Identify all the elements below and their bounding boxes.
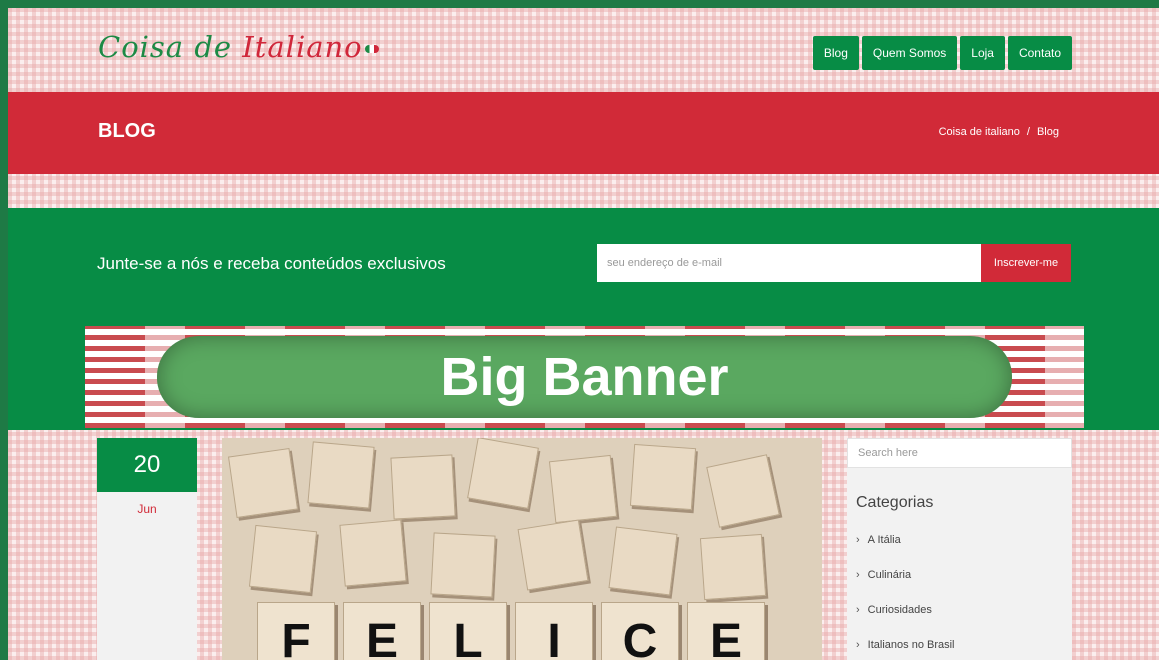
letter-tile: L — [429, 602, 507, 660]
category-label: Culinária — [867, 568, 912, 581]
subscribe-button[interactable]: Inscrever-me — [981, 244, 1071, 282]
nav-contato-button[interactable]: Contato — [1007, 36, 1072, 70]
felice-letter-tiles: F E L I C E — [257, 602, 765, 660]
letter-tile: I — [515, 602, 593, 660]
nav-loja-button[interactable]: Loja — [960, 36, 1005, 70]
main-nav: Blog Quem Somos Loja Contato — [812, 36, 1072, 70]
breadcrumb-current: Blog — [1036, 126, 1059, 138]
logo-text-part2: Italiano — [242, 30, 363, 64]
sidebar: Search here Categorias › A Itália › Culiná… — [847, 438, 1072, 660]
banner-pill: Big Banner — [157, 336, 1012, 418]
page-title-band: BLOG Coisa de italiano / Blog — [8, 92, 1159, 174]
wood-tile — [517, 519, 589, 591]
sidebar-search-input[interactable]: Search here — [847, 438, 1072, 468]
category-label: Curiosidades — [867, 603, 932, 616]
wood-tile — [339, 519, 407, 587]
breadcrumb-separator: / — [1026, 126, 1030, 138]
wood-tile — [467, 438, 539, 509]
breadcrumb-home-link[interactable]: Coisa de italiano — [939, 126, 1020, 138]
wood-tile — [430, 532, 496, 598]
email-input[interactable] — [597, 244, 982, 282]
letter-tile: C — [601, 602, 679, 660]
chevron-right-icon: › — [856, 638, 860, 651]
logo-text-part1: Coisa de — [98, 30, 243, 64]
category-item-curiosidades[interactable]: › Curiosidades — [856, 592, 1072, 627]
wood-tile — [706, 454, 780, 528]
category-item-culinaria[interactable]: › Culinária — [856, 557, 1072, 592]
wood-tile — [227, 447, 299, 519]
post-date-day: 20 — [97, 438, 197, 492]
wood-tile — [548, 454, 618, 524]
page: Coisa de Italiano Blog Quem Somos Loja C… — [8, 8, 1159, 660]
wood-tile — [248, 524, 318, 594]
big-banner[interactable]: Big Banner — [85, 326, 1084, 428]
wood-tile — [390, 454, 456, 520]
post-featured-image[interactable]: F E L I C E — [222, 438, 822, 660]
nav-quem-somos-button[interactable]: Quem Somos — [861, 36, 958, 70]
category-item-a-italia[interactable]: › A Itália — [856, 522, 1072, 557]
newsletter-band: Junte-se a nós e receba conteúdos exclus… — [8, 208, 1159, 430]
site-logo[interactable]: Coisa de Italiano — [98, 30, 379, 64]
post-date: 20 Jun — [97, 438, 197, 660]
nav-blog-button[interactable]: Blog — [812, 36, 859, 70]
chevron-right-icon: › — [856, 603, 860, 616]
category-label: Italianos no Brasil — [867, 638, 955, 651]
breadcrumb: Coisa de italiano / Blog — [939, 126, 1059, 138]
post-date-month: Jun — [137, 502, 157, 516]
newsletter-text: Junte-se a nós e receba conteúdos exclus… — [97, 254, 446, 273]
categories-title: Categorias — [856, 494, 934, 511]
wood-tile — [699, 533, 767, 601]
categories-list: › A Itália › Culinária › Curiosidades › Ital… — [856, 522, 1072, 660]
site-header: Coisa de Italiano Blog Quem Somos Loja C… — [8, 8, 1159, 92]
banner-text: Big Banner — [440, 347, 729, 407]
chevron-right-icon: › — [856, 533, 860, 546]
letter-tile: F — [257, 602, 335, 660]
letter-tile: E — [687, 602, 765, 660]
category-label: A Itália — [867, 533, 901, 546]
wood-tile — [629, 443, 697, 511]
wood-tile — [307, 441, 375, 509]
category-item-italianos-no-brasil[interactable]: › Italianos no Brasil — [856, 627, 1072, 660]
letter-tile: E — [343, 602, 421, 660]
italian-flag-icon — [364, 45, 379, 53]
wood-tile — [608, 526, 678, 596]
chevron-right-icon: › — [856, 568, 860, 581]
page-title: BLOG — [98, 120, 156, 142]
